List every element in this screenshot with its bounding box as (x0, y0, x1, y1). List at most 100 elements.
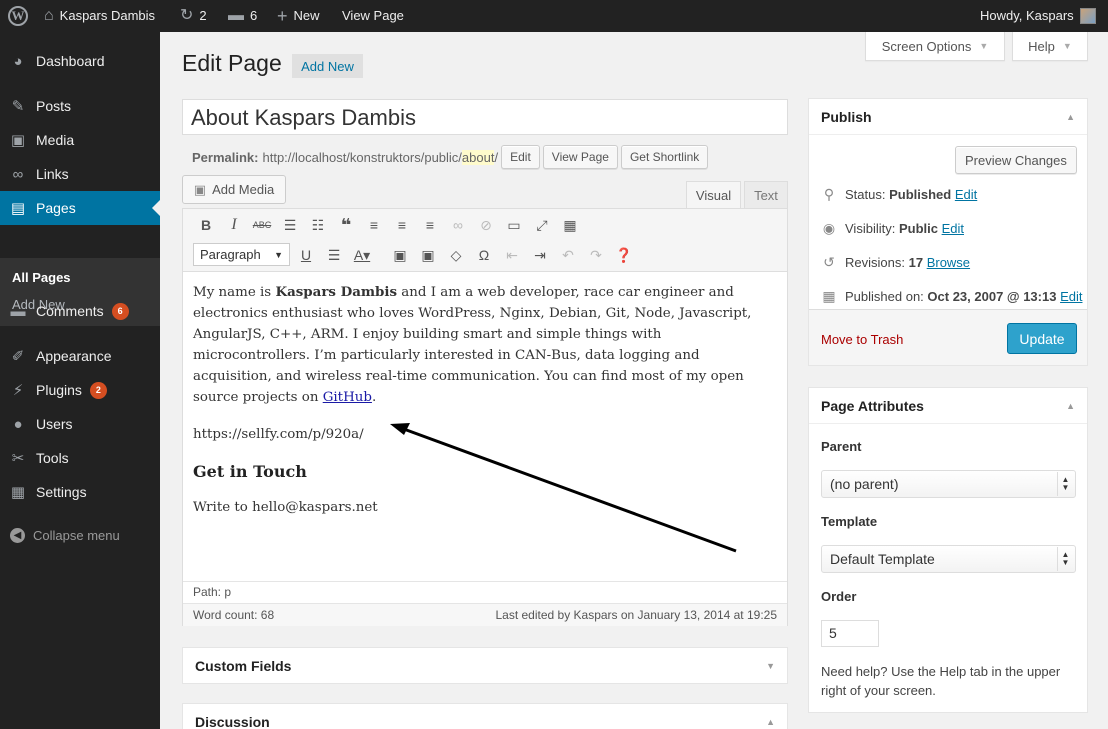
chevron-down-icon[interactable]: ▼ (766, 648, 775, 684)
settings-icon: ▦ (10, 484, 26, 501)
visibility-row: ◉ Visibility: Public Edit (822, 220, 965, 236)
my-account-link[interactable]: Howdy, Kaspars (980, 0, 1096, 32)
brush-icon: ✐ (11, 348, 25, 365)
tab-text[interactable]: Text (744, 181, 788, 209)
parent-label: Parent (821, 439, 862, 454)
page-title: Edit Page (182, 50, 282, 76)
home-icon: ⌂ (44, 7, 54, 24)
template-select[interactable]: Default Template ▲ ▼ (821, 545, 1076, 573)
chevron-up-icon[interactable]: ▲ (1066, 388, 1075, 424)
add-media-button[interactable]: ▣ Add Media (182, 175, 286, 204)
refresh-icon: ↻ (180, 7, 194, 24)
chevron-down-icon: ▼ (1062, 41, 1072, 51)
updown-arrows-icon: ▲ ▼ (1057, 547, 1073, 571)
site-name-link[interactable]: ⌂ Kaspars Dambis (44, 0, 155, 32)
plus-icon: + (277, 6, 288, 26)
permalink-base: http://localhost/konstruktors/public/ (262, 149, 462, 165)
edit-visibility-link[interactable]: Edit (942, 221, 964, 236)
page-attributes-header[interactable]: Page Attributes ▲ (809, 388, 1087, 424)
discussion-header[interactable]: Discussion ▲ (183, 704, 787, 729)
screen-options-button[interactable]: Screen Options ▼ (865, 32, 1005, 61)
add-new-button[interactable]: Add New (292, 54, 363, 78)
collapse-arrow-icon: ◀ (10, 528, 25, 543)
avatar (1079, 8, 1096, 24)
custom-fields-header[interactable]: Custom Fields ▼ (183, 648, 787, 684)
collapse-menu-button[interactable]: ◀ Collapse menu (10, 528, 120, 543)
sidebar-item-media[interactable]: ▣ Media (0, 123, 160, 157)
permalink-tail: / (494, 149, 499, 165)
wrench-icon: ✂ (11, 450, 25, 467)
history-icon: ↺ (823, 254, 835, 270)
move-to-trash-link[interactable]: Move to Trash (821, 332, 903, 347)
sidebar-item-comments[interactable]: ▬ Comments 6 (0, 294, 160, 328)
sidebar-item-appearance[interactable]: ✐ Appearance (0, 339, 160, 373)
view-page-link[interactable]: View Page (342, 0, 404, 32)
comment-icon: ▬ (10, 302, 26, 320)
calendar-icon: ▦ (822, 288, 836, 304)
sidebar-item-plugins[interactable]: ⚡ Plugins 2 (0, 373, 160, 407)
get-shortlink-button[interactable]: Get Shortlink (620, 145, 709, 169)
chevron-up-icon[interactable]: ▲ (766, 704, 775, 729)
status-row: ⚲ Status: Published Edit (821, 186, 977, 203)
order-label: Order (821, 589, 857, 604)
link-icon: ∞ (12, 165, 24, 183)
custom-fields-box: Custom Fields ▼ (182, 647, 788, 684)
sidebar-item-settings[interactable]: ▦ Settings (0, 475, 160, 509)
order-input[interactable]: 5 (821, 620, 879, 647)
sidebar-item-users[interactable]: ● Users (0, 407, 160, 441)
publish-header[interactable]: Publish ▲ (809, 99, 1087, 135)
updates-link[interactable]: ↻ 2 (180, 0, 207, 32)
annotation-arrow (390, 423, 737, 553)
dashboard-icon: ◕ (13, 52, 23, 70)
page-attributes-box: Page Attributes ▲ Parent (no parent) ▲ ▼ … (808, 387, 1088, 713)
edit-status-link[interactable]: Edit (955, 187, 977, 202)
pin-icon: ⚲ (823, 186, 835, 202)
eye-icon: ◉ (822, 220, 836, 236)
comments-badge: 6 (111, 302, 129, 320)
discussion-box: Discussion ▲ (182, 703, 788, 729)
chevron-up-icon[interactable]: ▲ (1066, 99, 1075, 135)
media-icon: ▣ (10, 132, 26, 149)
submenu-all-pages[interactable]: All Pages (12, 270, 71, 285)
comment-icon: ▬ (228, 7, 244, 24)
edit-permalink-button[interactable]: Edit (501, 145, 540, 169)
chevron-down-icon: ▼ (979, 41, 989, 51)
admin-bar: W ⌂ Kaspars Dambis ↻ 2 ▬ 6 + New View Pa… (0, 0, 1108, 32)
path-bar: Path: p (183, 581, 787, 603)
comments-link[interactable]: ▬ 6 (228, 0, 257, 32)
edit-date-link[interactable]: Edit (1060, 289, 1082, 304)
content-editor: B I ABC ☰ ☷ ❝ ≡ ≡ ≡ ∞ ⊘ ▭ ⤢ ▦ Paragraph … (182, 208, 788, 626)
permalink: Permalink: http://localhost/konstruktors… (192, 145, 709, 169)
template-label: Template (821, 514, 878, 529)
published-row: ▦ Published on: Oct 23, 2007 @ 13:13 Edi… (822, 288, 1083, 304)
help-text: Need help? Use the Help tab in the upper… (821, 664, 1061, 698)
sidebar-item-pages[interactable]: ▤ Pages (0, 191, 160, 225)
tab-visual[interactable]: Visual (686, 181, 741, 209)
title-input[interactable]: About Kaspars Dambis (182, 99, 788, 135)
last-edited: Last edited by Kaspars on January 13, 20… (495, 608, 777, 622)
publish-box: Publish ▲ Preview Changes ⚲ Status: Publ… (808, 98, 1088, 366)
updown-arrows-icon: ▲ ▼ (1057, 472, 1073, 496)
revisions-row: ↺ Revisions: 17 Browse (821, 254, 970, 271)
help-button[interactable]: Help ▼ (1012, 32, 1088, 61)
view-page-button[interactable]: View Page (542, 145, 618, 169)
browse-revisions-link[interactable]: Browse (927, 255, 970, 270)
wordpress-logo-icon[interactable]: W (8, 0, 28, 32)
update-button[interactable]: Update (1007, 323, 1077, 354)
permalink-slug[interactable]: about (461, 149, 495, 165)
permalink-label: Permalink: (192, 149, 259, 165)
sidebar-item-tools[interactable]: ✂ Tools (0, 441, 160, 475)
editor-status-bar: Word count: 68 Last edited by Kaspars on… (183, 603, 787, 626)
sidebar-item-dashboard[interactable]: ◕ Dashboard (0, 44, 160, 78)
word-count: Word count: 68 (193, 608, 275, 622)
sidebar-item-links[interactable]: ∞ Links (0, 157, 160, 191)
pin-icon: ✎ (11, 98, 25, 115)
parent-select[interactable]: (no parent) ▲ ▼ (821, 470, 1076, 498)
new-content-link[interactable]: + New (277, 0, 320, 32)
plugins-badge: 2 (89, 381, 107, 399)
user-icon: ● (13, 415, 23, 433)
plug-icon: ⚡ (12, 382, 24, 399)
publish-actions: Move to Trash Update (809, 309, 1087, 365)
sidebar-item-posts[interactable]: ✎ Posts (0, 89, 160, 123)
preview-changes-button[interactable]: Preview Changes (955, 146, 1077, 174)
